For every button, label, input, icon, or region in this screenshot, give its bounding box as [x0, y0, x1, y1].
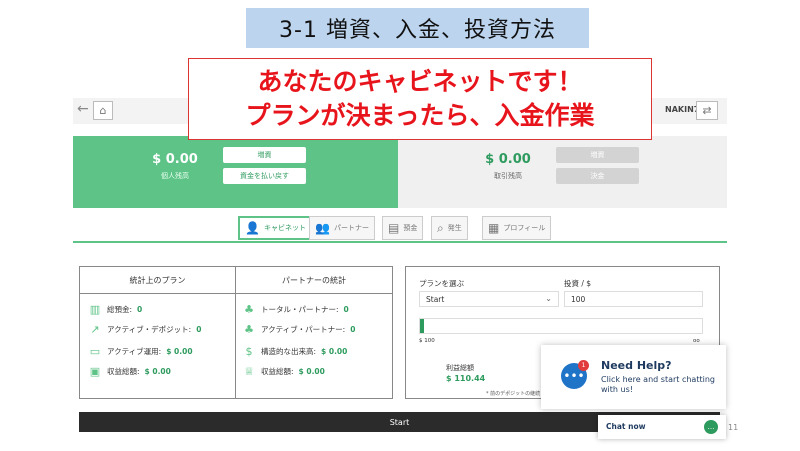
stat-label: トータル・パートナー: — [261, 305, 339, 314]
stat-total-profit: ▣ 収益総額: $ 0.00 — [88, 365, 171, 378]
trading-balance-amount: $ 0.00 — [485, 152, 531, 167]
slide-title: 3-1 増資、入金、投資方法 — [246, 8, 589, 48]
user-icon: 👤 — [245, 221, 260, 235]
stat-label: 収益総額: — [261, 367, 294, 376]
tab-label: キャビネット — [263, 224, 306, 232]
tab-label: パートナー — [333, 224, 369, 232]
tab-label: 預金 — [403, 224, 418, 232]
stats-divider-vertical — [235, 267, 236, 398]
page-number: 11 — [728, 423, 739, 432]
deposit-button[interactable]: 増資 — [223, 147, 306, 163]
chat-icon: … — [704, 420, 718, 434]
personal-balance-label: 個人残高 — [161, 172, 189, 180]
home-icon[interactable]: ⌂ — [93, 101, 113, 120]
slider-fill — [420, 319, 424, 333]
stat-total-partners: ♣ トータル・パートナー: 0 — [242, 303, 349, 316]
exit-icon[interactable]: ⇄ — [696, 101, 718, 120]
partners-icon: 👥 — [315, 221, 330, 235]
tab-label: 発生 — [447, 224, 462, 232]
trading-deposit-button[interactable]: 増資 — [556, 147, 639, 163]
tab-history[interactable]: ⌕ 発生 — [431, 216, 468, 240]
chevron-down-icon: ⌄ — [545, 294, 552, 303]
back-arrow-icon[interactable]: ← — [77, 101, 89, 117]
stats-divider — [80, 293, 392, 294]
safe-icon: ▣ — [89, 365, 101, 378]
slider-min-label: $ 100 — [419, 338, 435, 344]
total-profit-value: $ 110.44 — [446, 374, 486, 383]
stat-value: 0 — [343, 305, 349, 314]
tab-profile[interactable]: ▦ プロフィール — [482, 216, 552, 240]
stat-label: 構造的な出来高: — [261, 347, 317, 356]
people-active-icon: ♣ — [244, 323, 254, 336]
trading-balance-panel: $ 0.00 取引残高 増資 決金 — [398, 136, 727, 208]
profile-icon: ▦ — [488, 221, 500, 235]
stats-panel: 統計上のプラン パートナーの統計 ▥ 総預金: 0 ↗ アクティブ・デポジット:… — [79, 266, 393, 399]
plan-select-label: プランを選ぶ — [419, 279, 464, 288]
tab-partners[interactable]: 👥 パートナー — [309, 216, 375, 240]
people-icon: ♣ — [244, 303, 254, 316]
stat-value: $ 0.00 — [321, 347, 348, 356]
callout-line-2: プランが決まったら、入金作業 — [245, 101, 595, 130]
stat-value: $ 0.00 — [166, 347, 193, 356]
trading-balance-label: 取引残高 — [494, 172, 522, 180]
callout-line-1: あなたのキャビネットです！ — [257, 67, 583, 96]
help-widget[interactable]: ••• 1 Need Help? Click here and start ch… — [541, 345, 726, 409]
stat-value: 0 — [350, 325, 356, 334]
invest-amount-input[interactable]: 100 — [564, 291, 703, 307]
chat-now-bar[interactable]: Chat now … — [598, 415, 726, 439]
invest-slider[interactable] — [419, 318, 703, 334]
notification-badge: 1 — [578, 360, 589, 371]
trading-settle-button[interactable]: 決金 — [556, 168, 639, 184]
cabinet-tabs: 👤 キャビネット 👥 パートナー ▤ 預金 ⌕ 発生 ▦ プロフィール — [73, 213, 727, 243]
stat-partner-profit: ♕ 収益総額: $ 0.00 — [242, 365, 325, 378]
search-icon: ⌕ — [437, 220, 444, 235]
slide: 3-1 増資、入金、投資方法 あなたのキャビネットです！ プランが決まったら、入… — [0, 0, 800, 451]
stat-value: $ 0.00 — [298, 367, 325, 376]
stat-structural-volume: $ 構造的な出来高: $ 0.00 — [242, 345, 348, 358]
plan-select[interactable]: Start ⌄ — [419, 291, 559, 307]
invest-label: 投資 / $ — [564, 279, 592, 288]
cash-icon: ▭ — [89, 345, 101, 358]
callout-box: あなたのキャビネットです！ プランが決まったら、入金作業 — [188, 58, 652, 140]
slider-max-label: oo — [693, 338, 700, 344]
partner-stats-title: パートナーの統計 — [282, 275, 346, 285]
plan-stats-title: 統計上のプラン — [129, 275, 186, 285]
stat-label: アクティブ・デポジット: — [107, 325, 192, 334]
stat-label: アクティブ運用: — [107, 347, 162, 356]
trophy-icon: ♕ — [244, 365, 254, 378]
stat-label: 収益総額: — [107, 367, 140, 376]
tab-deposit[interactable]: ▤ 預金 — [382, 216, 424, 240]
stat-active-partners: ♣ アクティブ・パートナー: 0 — [242, 323, 355, 336]
personal-balance-panel: $ 0.00 個人残高 増資 資金を払い戻す — [73, 136, 398, 208]
stat-label: 総預金: — [107, 305, 133, 314]
total-profit-label: 利益総額 — [446, 364, 474, 372]
stat-active-operations: ▭ アクティブ運用: $ 0.00 — [88, 345, 193, 358]
stat-total-deposits: ▥ 総預金: 0 — [88, 303, 142, 316]
tab-label: プロフィール — [503, 224, 546, 232]
money-bag-icon: $ — [245, 345, 253, 358]
stat-active-deposits: ↗ アクティブ・デポジット: 0 — [88, 323, 201, 336]
stat-value: 0 — [196, 325, 202, 334]
user-name: NAKIN7 — [665, 105, 700, 114]
bar-chart-icon: ▥ — [89, 303, 101, 316]
help-text: Click here and start chatting with us! — [601, 375, 715, 394]
deposit-note: * 前のデポジットの継続 — [486, 391, 541, 397]
plan-select-value: Start — [426, 295, 445, 304]
chat-label: Chat now — [606, 422, 646, 431]
help-title: Need Help? — [601, 359, 672, 372]
stat-value: $ 0.00 — [144, 367, 171, 376]
stat-label: アクティブ・パートナー: — [261, 325, 346, 334]
trend-icon: ↗ — [90, 323, 100, 336]
withdraw-button[interactable]: 資金を払い戻す — [223, 168, 306, 184]
stat-value: 0 — [137, 305, 143, 314]
tab-cabinet[interactable]: 👤 キャビネット — [238, 216, 313, 240]
deposit-icon: ▤ — [388, 221, 400, 235]
personal-balance-amount: $ 0.00 — [152, 152, 198, 167]
